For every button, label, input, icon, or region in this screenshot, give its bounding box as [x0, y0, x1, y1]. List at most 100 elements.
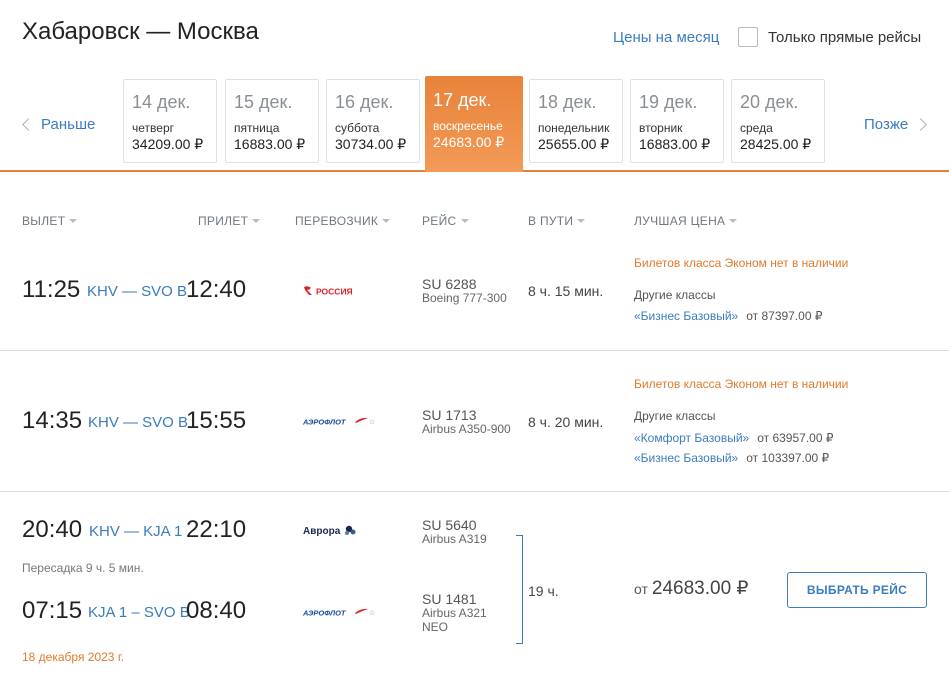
svg-text:☆: ☆: [369, 609, 375, 617]
aircraft-type: Airbus A350-900: [422, 422, 511, 436]
date-card[interactable]: 15 дек. пятница 16883.00 ₽: [225, 79, 319, 163]
aircraft-type: Airbus A319: [422, 532, 487, 546]
next-dates-label: Позже: [864, 116, 909, 133]
no-economy-notice: Билетов класса Эконом нет в наличии: [634, 377, 849, 391]
no-economy-notice: Билетов класса Эконом нет в наличии: [634, 256, 849, 270]
carrier-name: АЭРОФЛОТ: [303, 418, 347, 427]
date-card-price: 24683.00 ₽: [433, 134, 505, 150]
date-card[interactable]: 20 дек. среда 28425.00 ₽: [731, 79, 825, 163]
sort-caret-icon: [69, 219, 78, 223]
chevron-right-icon: [914, 118, 928, 131]
svg-text:☆: ☆: [369, 418, 375, 426]
date-card-date: 17 дек.: [433, 90, 492, 110]
sort-carrier[interactable]: ПЕРЕВОЗЧИК: [295, 214, 391, 228]
row-divider: [0, 491, 949, 492]
route-airports: KHV — SVO B: [88, 414, 189, 431]
column-label: ПРИЛЕТ: [198, 214, 249, 228]
month-prices-link[interactable]: Цены на месяц: [613, 29, 719, 46]
other-classes-label: Другие классы: [634, 409, 716, 423]
date-card-weekday: суббота: [335, 121, 380, 135]
other-classes-label: Другие классы: [634, 288, 716, 302]
date-card-price: 25655.00 ₽: [538, 136, 610, 152]
date-card-date: 16 дек.: [335, 92, 394, 112]
flight-number: SU 1713: [422, 407, 477, 423]
fare-class-link[interactable]: «Бизнес Базовый»: [634, 451, 738, 465]
route-airports: KJA 1 – SVO B: [88, 604, 190, 621]
date-card[interactable]: 16 дек. суббота 30734.00 ₽: [326, 79, 420, 163]
sort-caret-icon: [382, 219, 391, 223]
aircraft-type: Boeing 777-300: [422, 291, 507, 305]
date-card-price: 16883.00 ₽: [234, 136, 306, 152]
aurora-logo: Аврора: [303, 522, 359, 543]
sort-caret-icon: [729, 219, 738, 223]
sort-best-price[interactable]: ЛУЧШАЯ ЦЕНА: [634, 214, 738, 228]
flight-duration: 19 ч.: [528, 583, 559, 599]
aeroflot-logo: АЭРОФЛОТ ☆: [302, 605, 377, 624]
next-dates-button[interactable]: Позже: [864, 116, 928, 133]
date-card-date: 18 дек.: [538, 92, 597, 112]
direct-only-checkbox[interactable]: [738, 27, 758, 47]
carrier-name: АЭРОФЛОТ: [303, 609, 347, 618]
flight-duration: 8 ч. 20 мин.: [528, 414, 604, 430]
fare-class-price: от 103397.00 ₽: [746, 451, 830, 465]
departure-time: 20:40: [22, 516, 83, 543]
sort-flight[interactable]: РЕЙС: [422, 214, 469, 228]
fare-class-link[interactable]: «Комфорт Базовый»: [634, 431, 749, 445]
chevron-left-icon: [22, 118, 35, 131]
route-airports: KHV — KJA 1: [89, 523, 183, 540]
flight-number: SU 5640: [422, 517, 477, 533]
date-card-weekday: понедельник: [538, 121, 610, 135]
route-airports: KHV — SVO B: [87, 283, 188, 300]
column-label: ЛУЧШАЯ ЦЕНА: [634, 214, 726, 228]
date-card[interactable]: 18 дек. понедельник 25655.00 ₽: [529, 79, 623, 163]
date-card-date: 20 дек.: [740, 92, 799, 112]
fare-class-option: «Бизнес Базовый» от 103397.00 ₽: [634, 451, 829, 465]
aeroflot-logo: АЭРОФЛОТ ☆: [302, 414, 377, 433]
flight-duration: 8 ч. 15 мин.: [528, 283, 604, 299]
date-card-date: 19 дек.: [639, 92, 698, 112]
departure-time: 11:25: [22, 276, 81, 303]
fare-class-price: от 63957.00 ₽: [757, 431, 834, 445]
column-label: РЕЙС: [422, 214, 457, 228]
sort-departure[interactable]: ВЫЛЕТ: [22, 214, 78, 228]
prev-dates-button[interactable]: Раньше: [22, 116, 95, 133]
fare-class-option: «Бизнес Базовый» от 87397.00 ₽: [634, 309, 823, 323]
aircraft-type-variant: NEO: [422, 620, 449, 634]
departure-time: 14:35: [22, 407, 83, 434]
date-carousel: Раньше 14 дек. четверг 34209.00 ₽ 15 дек…: [0, 76, 949, 172]
sort-arrival[interactable]: ПРИЛЕТ: [198, 214, 261, 228]
row-divider: [0, 350, 949, 351]
transfer-info: Пересадка 9 ч. 5 мин.: [22, 561, 144, 575]
date-card-price: 16883.00 ₽: [639, 136, 711, 152]
direct-only-label[interactable]: Только прямые рейсы: [768, 29, 921, 46]
flight-number: SU 6288: [422, 276, 477, 292]
date-card-selected[interactable]: 17 дек. воскресенье 24683.00 ₽: [425, 76, 523, 172]
column-label: В ПУТИ: [528, 214, 574, 228]
date-card-date: 15 дек.: [234, 92, 293, 112]
date-card-price: 30734.00 ₽: [335, 136, 407, 152]
fare-class-link[interactable]: «Бизнес Базовый»: [634, 309, 738, 323]
date-card-weekday: четверг: [132, 121, 174, 135]
date-card-weekday: вторник: [639, 121, 683, 135]
date-card[interactable]: 19 дек. вторник 16883.00 ₽: [630, 79, 724, 163]
carrier-name: Аврора: [303, 526, 341, 537]
date-card-price: 28425.00 ₽: [740, 136, 812, 152]
arrival-time: 08:40: [186, 597, 247, 624]
fare-class-option: «Комфорт Базовый» от 63957.00 ₽: [634, 431, 833, 445]
rossiya-logo: РОССИЯ: [303, 284, 359, 303]
sort-caret-icon: [252, 219, 261, 223]
connection-bracket: [516, 535, 523, 644]
fare-class-price: от 87397.00 ₽: [746, 309, 823, 323]
date-card-weekday: среда: [740, 121, 773, 135]
carrier-name: РОССИЯ: [316, 287, 353, 297]
date-card[interactable]: 14 дек. четверг 34209.00 ₽: [123, 79, 217, 163]
date-card-weekday: пятница: [234, 121, 280, 135]
departure-time: 07:15: [22, 597, 83, 624]
date-card-price: 34209.00 ₽: [132, 136, 204, 152]
arrival-time: 15:55: [186, 407, 247, 434]
best-price: от 24683.00 ₽: [634, 577, 749, 600]
column-label: ВЫЛЕТ: [22, 214, 66, 228]
sort-duration[interactable]: В ПУТИ: [528, 214, 586, 228]
select-flight-button[interactable]: ВЫБРАТЬ РЕЙС: [787, 572, 927, 608]
arrival-time: 22:10: [186, 516, 247, 543]
